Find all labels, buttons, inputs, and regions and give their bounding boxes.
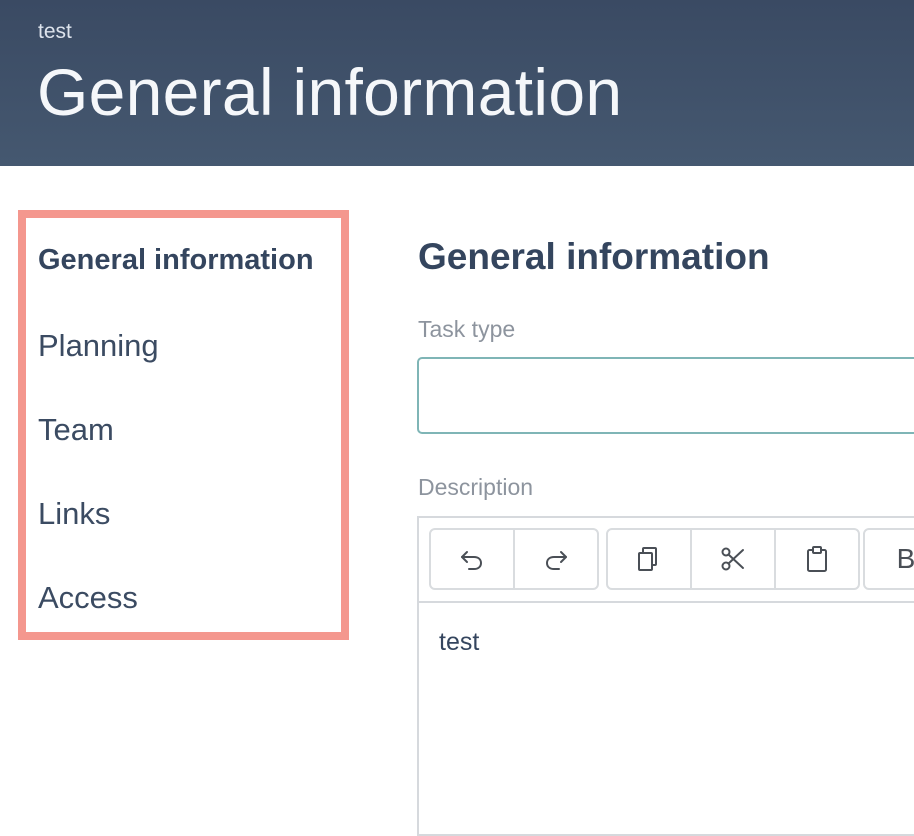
redo-button[interactable] (515, 530, 597, 588)
undo-button[interactable] (431, 530, 515, 588)
section-title: General information (418, 236, 770, 277)
clipboard-button-group (606, 528, 860, 590)
page-header: test General information (0, 0, 914, 166)
undo-icon (461, 551, 482, 570)
redo-icon (546, 551, 567, 570)
nav-item-planning[interactable]: Planning (38, 328, 159, 364)
nav-item-team[interactable]: Team (38, 412, 114, 448)
bold-button[interactable]: B (865, 530, 914, 588)
cut-icon (721, 547, 744, 571)
format-button-group: B (863, 528, 914, 590)
cut-button[interactable] (692, 530, 776, 588)
paste-icon (807, 546, 827, 572)
bold-icon: B (896, 543, 914, 574)
breadcrumb[interactable]: test (38, 20, 72, 44)
description-content[interactable]: test (439, 628, 479, 657)
page-title: General information (37, 55, 623, 129)
nav-item-access[interactable]: Access (38, 580, 138, 616)
task-type-label: Task type (418, 316, 516, 342)
description-label: Description (418, 474, 534, 500)
paste-button[interactable] (776, 530, 858, 588)
copy-icon (638, 547, 657, 571)
section-nav: General information Planning Team Links … (18, 210, 349, 640)
history-button-group (429, 528, 599, 590)
description-editor: B test (417, 516, 914, 836)
nav-item-general-information[interactable]: General information (38, 244, 314, 277)
task-type-input[interactable] (417, 357, 914, 434)
editor-toolbar: B (419, 518, 914, 603)
copy-button[interactable] (608, 530, 692, 588)
nav-item-links[interactable]: Links (38, 496, 110, 532)
